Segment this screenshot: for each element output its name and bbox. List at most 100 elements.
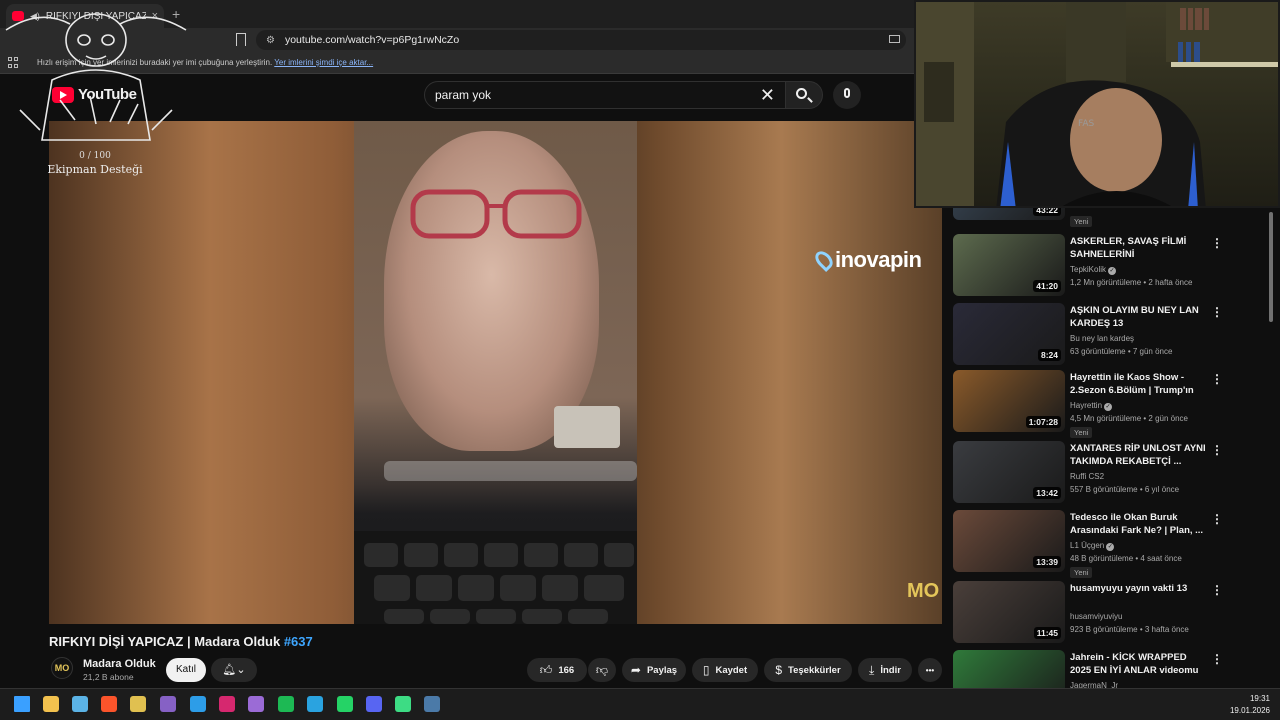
vscode-icon[interactable] bbox=[190, 696, 206, 712]
mic-icon[interactable] bbox=[844, 88, 850, 98]
clock-date[interactable]: 19.01.2026 bbox=[1222, 706, 1270, 715]
facetime-pip-thumbnail bbox=[554, 406, 620, 448]
palette-icon[interactable] bbox=[130, 696, 146, 712]
more-actions-button[interactable]: ••• bbox=[918, 658, 942, 682]
instagram-icon[interactable] bbox=[219, 696, 235, 712]
download-button[interactable]: ⤓ İndir bbox=[858, 658, 912, 682]
video-title[interactable]: Tedesco ile Okan Buruk Arasındaki Fark N… bbox=[1070, 511, 1208, 537]
download-label: İndir bbox=[880, 664, 901, 676]
svg-text:FAS: FAS bbox=[1078, 119, 1095, 129]
video-menu-icon[interactable]: ⋮ bbox=[1211, 372, 1223, 386]
discord-icon[interactable] bbox=[366, 696, 382, 712]
site-info-icon[interactable]: ⚙ bbox=[266, 35, 275, 46]
video-channel[interactable]: TepkiKolik ✓ bbox=[1070, 265, 1117, 275]
verified-icon: ✓ bbox=[1106, 543, 1115, 551]
video-title[interactable]: ASKERLER, SAVAŞ FİLMİ SAHNELERİNİ YORUML… bbox=[1070, 235, 1208, 261]
webcam-scene: FAS bbox=[916, 2, 1278, 206]
video-channel-name[interactable]: Ruffi CS2 bbox=[1070, 472, 1104, 481]
address-bar[interactable]: ⚙ youtube.com/watch?v=p6Pg1rwNcZo bbox=[256, 30, 906, 50]
import-bookmarks-link[interactable]: Yer imlerini şimdi içe aktar... bbox=[274, 58, 373, 67]
download-icon: ⤓ bbox=[869, 662, 875, 677]
video-player[interactable]: inovapin MO bbox=[49, 121, 942, 624]
channel-name[interactable]: Madara Olduk bbox=[83, 658, 156, 670]
video-channel[interactable]: husamviyuviyu bbox=[1070, 612, 1122, 621]
spotify-icon[interactable] bbox=[278, 696, 294, 712]
video-menu-icon[interactable]: ⋮ bbox=[1211, 583, 1223, 597]
save-button[interactable]: ▯ Kaydet bbox=[692, 658, 758, 682]
video-menu-icon[interactable]: ⋮ bbox=[1211, 305, 1223, 319]
search-input[interactable]: param yok ✕ bbox=[424, 81, 786, 109]
thanks-label: Teşekkürler bbox=[788, 664, 841, 676]
video-channel-name[interactable]: husamviyuviyu bbox=[1070, 612, 1122, 621]
visual-studio-icon[interactable] bbox=[160, 696, 176, 712]
new-badge: Yeni bbox=[1070, 427, 1093, 438]
video-thumbnail[interactable]: 8:24 bbox=[953, 303, 1065, 365]
windows-start-icon[interactable] bbox=[14, 696, 30, 712]
video-channel-name[interactable]: Bu ney lan kardeş bbox=[1070, 334, 1134, 343]
recommended-video[interactable]: 41:20 ASKERLER, SAVAŞ FİLMİ SAHNELERİNİ Y… bbox=[953, 234, 1265, 296]
video-channel-name[interactable]: TepkiKolik bbox=[1070, 265, 1106, 274]
save-icon: ▯ bbox=[702, 663, 710, 677]
channel-watermark[interactable]: MO bbox=[907, 580, 939, 603]
steam-icon[interactable] bbox=[424, 696, 440, 712]
clock-time[interactable]: 19:31 bbox=[1238, 694, 1270, 703]
telegram-icon[interactable] bbox=[307, 696, 323, 712]
video-menu-icon[interactable]: ⋮ bbox=[1211, 236, 1223, 250]
channel-avatar[interactable]: MO bbox=[51, 657, 73, 679]
video-channel[interactable]: L1 Üçgen ✓ bbox=[1070, 541, 1115, 551]
video-thumbnail[interactable]: 13:42 bbox=[953, 441, 1065, 503]
dislike-button[interactable]: 👎︎ bbox=[588, 658, 616, 682]
whatsapp-icon[interactable] bbox=[337, 696, 353, 712]
video-menu-icon[interactable]: ⋮ bbox=[1211, 443, 1223, 457]
clear-search-icon[interactable]: ✕ bbox=[760, 85, 775, 106]
photos-icon[interactable] bbox=[72, 696, 88, 712]
video-content bbox=[354, 121, 637, 624]
video-thumbnail[interactable]: 13:39 bbox=[953, 510, 1065, 572]
android-icon[interactable] bbox=[395, 696, 411, 712]
file-explorer-icon[interactable] bbox=[43, 696, 59, 712]
search-icon[interactable] bbox=[796, 88, 807, 99]
verified-icon: ✓ bbox=[1104, 403, 1113, 411]
video-thumbnail[interactable]: 11:45 bbox=[953, 581, 1065, 643]
video-channel-name[interactable]: Hayrettin bbox=[1070, 401, 1102, 410]
video-thumbnail[interactable]: 1:07:28 bbox=[953, 370, 1065, 432]
recommended-video[interactable]: 1:07:28 Hayrettin ile Kaos Show - 2.Sezon… bbox=[953, 370, 1265, 438]
video-hashtag[interactable]: #637 bbox=[284, 634, 313, 649]
like-button[interactable]: 👍︎ 166 bbox=[527, 658, 587, 682]
video-thumbnail[interactable]: 41:20 bbox=[953, 234, 1065, 296]
recommended-video[interactable]: 13:42 XANTARES RİP UNLOST AYNI TAKIMDA RE… bbox=[953, 441, 1265, 503]
feather-icon[interactable] bbox=[248, 696, 264, 712]
verified-icon: ✓ bbox=[1108, 267, 1117, 275]
recommended-video[interactable]: 13:39 Tedesco ile Okan Buruk Arasındaki F… bbox=[953, 510, 1265, 578]
search-query[interactable]: param yok bbox=[435, 88, 760, 102]
video-duration: 11:45 bbox=[1033, 627, 1061, 639]
join-button[interactable]: Katıl bbox=[166, 658, 206, 682]
video-channel[interactable]: Hayrettin ✓ bbox=[1070, 401, 1113, 411]
video-duration: 8:24 bbox=[1037, 349, 1061, 361]
brave-icon[interactable] bbox=[101, 696, 117, 712]
video-channel[interactable]: Bu ney lan kardeş bbox=[1070, 334, 1134, 343]
cast-icon[interactable] bbox=[889, 35, 900, 43]
video-channel-name[interactable]: L1 Üçgen bbox=[1070, 541, 1104, 550]
thanks-button[interactable]: $ Teşekkürler bbox=[764, 658, 852, 682]
recommended-video[interactable]: 8:24 AŞKIN OLAYIM BU NEY LAN KARDEŞ 13 Bu … bbox=[953, 303, 1265, 365]
share-button[interactable]: ➦ Paylaş bbox=[622, 658, 686, 682]
donation-goal-count: 0 / 100 bbox=[79, 151, 111, 161]
video-channel[interactable]: Ruffi CS2 bbox=[1070, 472, 1104, 481]
url-text[interactable]: youtube.com/watch?v=p6Pg1rwNcZo bbox=[285, 34, 459, 46]
video-title[interactable]: Jahrein - KİCK WRAPPED 2025 EN İYİ ANLAR… bbox=[1070, 651, 1208, 677]
notification-bell-button[interactable]: 🔔︎⌄ bbox=[211, 658, 257, 682]
sponsor-logo: inovapin bbox=[811, 247, 922, 273]
video-stats: 923 B görüntüleme • 3 hafta önce bbox=[1070, 625, 1189, 634]
video-title[interactable]: husamyuyu yayın vakti 13 bbox=[1070, 582, 1208, 595]
video-title[interactable]: XANTARES RİP UNLOST AYNI TAKIMDA REKABET… bbox=[1070, 442, 1208, 468]
new-badge: Yeni bbox=[1070, 567, 1093, 578]
video-title[interactable]: Hayrettin ile Kaos Show - 2.Sezon 6.Bölü… bbox=[1070, 371, 1208, 397]
video-menu-icon[interactable]: ⋮ bbox=[1211, 652, 1223, 666]
video-title[interactable]: AŞKIN OLAYIM BU NEY LAN KARDEŞ 13 bbox=[1070, 304, 1208, 330]
recommended-video[interactable]: 11:45 husamyuyu yayın vakti 13 husamviyuvi… bbox=[953, 581, 1265, 643]
bookmark-icon[interactable] bbox=[236, 33, 246, 46]
video-stats: 1,2 Mn görüntüleme • 2 hafta önce bbox=[1070, 278, 1193, 287]
video-menu-icon[interactable]: ⋮ bbox=[1211, 512, 1223, 526]
scrollbar-thumb[interactable] bbox=[1269, 212, 1273, 322]
